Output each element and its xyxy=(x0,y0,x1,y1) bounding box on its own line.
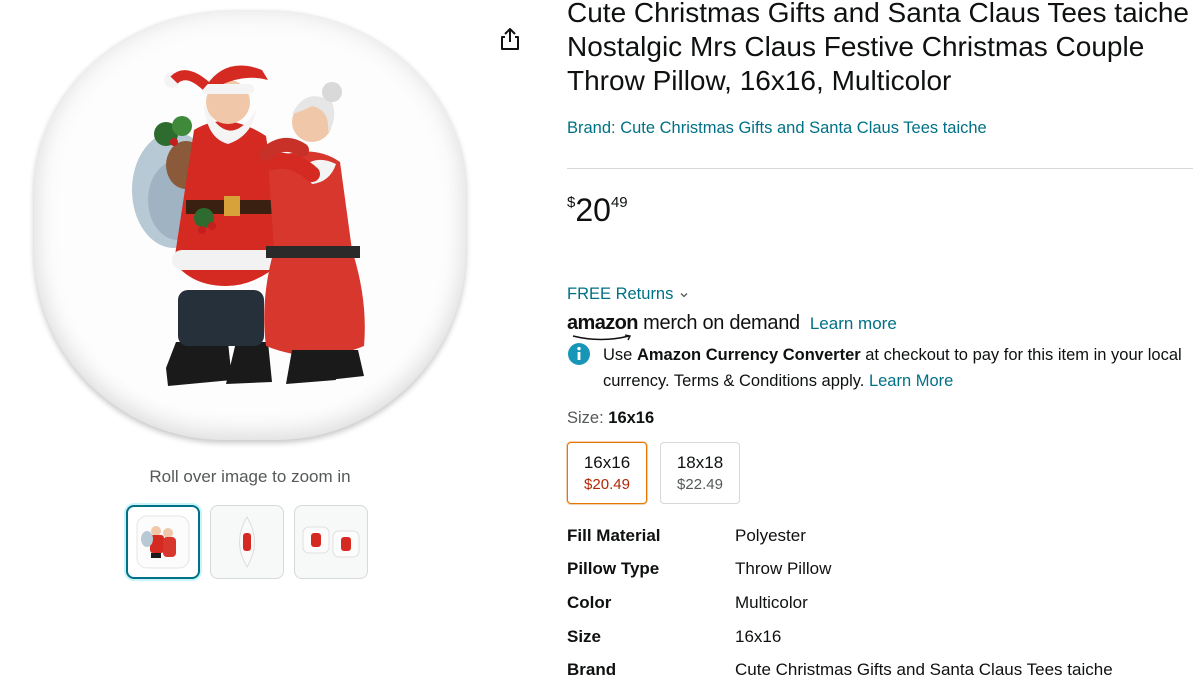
thumbnail-front-image xyxy=(136,515,190,569)
spec-row: Size 16x16 xyxy=(567,620,1193,654)
share-icon[interactable] xyxy=(497,26,523,52)
divider xyxy=(567,168,1193,169)
spec-value: Multicolor xyxy=(735,592,808,612)
spec-row: Fill Material Polyester xyxy=(567,519,1193,553)
spec-row: Pillow Type Throw Pillow xyxy=(567,553,1193,587)
spec-row: Color Multicolor xyxy=(567,586,1193,620)
brand-link[interactable]: Brand: Cute Christmas Gifts and Santa Cl… xyxy=(567,119,987,138)
thumbnail-side-image xyxy=(239,516,255,568)
price-currency-symbol: $ xyxy=(567,194,576,211)
spec-value: Cute Christmas Gifts and Santa Claus Tee… xyxy=(735,660,1113,680)
price: $2049 xyxy=(567,192,628,229)
thumbnail-side-view[interactable] xyxy=(210,505,284,579)
size-option-name: 16x16 xyxy=(583,453,631,472)
thumbnail-pair-view[interactable] xyxy=(294,505,368,579)
size-label: Size: 16x16 xyxy=(567,409,654,428)
zoom-hint: Roll over image to zoom in xyxy=(149,467,351,486)
size-option-18x18[interactable]: 18x18 $22.49 xyxy=(660,442,740,504)
thumbnail-front-view[interactable] xyxy=(126,505,200,579)
product-specs-table: Fill Material Polyester Pillow Type Thro… xyxy=(567,519,1193,687)
amazon-smile-icon xyxy=(572,334,632,341)
size-option-price: $20.49 xyxy=(584,476,630,493)
merch-on-demand-row: amazon merch on demand Learn more xyxy=(567,312,897,341)
spec-key: Brand xyxy=(567,660,617,680)
spec-key: Color xyxy=(567,592,612,612)
spec-key: Size xyxy=(567,626,602,646)
currency-notice-prefix: Use xyxy=(603,346,637,364)
free-returns-label: FREE Returns xyxy=(567,285,674,303)
spec-value: Polyester xyxy=(735,525,806,545)
spec-row: Brand Cute Christmas Gifts and Santa Cla… xyxy=(567,653,1193,687)
thumbnail-strip xyxy=(126,505,368,579)
size-option-16x16[interactable]: 16x16 $20.49 xyxy=(567,442,647,504)
currency-converter-name: Amazon Currency Converter xyxy=(636,346,861,364)
price-whole: 20 xyxy=(575,192,611,228)
size-label-prefix: Size: xyxy=(567,409,609,427)
chevron-down-icon xyxy=(680,292,688,297)
size-options: 16x16 $20.49 18x18 $22.49 xyxy=(567,442,740,504)
currency-learn-more-link[interactable]: Learn More xyxy=(869,372,953,390)
santa-couple-illustration xyxy=(132,65,365,386)
product-title: Cute Christmas Gifts and Santa Claus Tee… xyxy=(567,0,1190,96)
amazon-wordmark: amazon xyxy=(567,312,638,334)
currency-converter-notice: Use Amazon Currency Converter at checkou… xyxy=(567,342,1193,394)
spec-value: Throw Pillow xyxy=(735,559,832,579)
merch-learn-more-link[interactable]: Learn more xyxy=(810,314,897,334)
size-selected-value: 16x16 xyxy=(608,409,655,427)
merch-on-demand-logo: amazon merch on demand xyxy=(567,312,800,341)
price-fraction: 49 xyxy=(610,194,628,211)
info-icon xyxy=(568,343,590,365)
merch-wordmark: merch on demand xyxy=(643,312,800,334)
free-returns-link[interactable]: FREE Returns xyxy=(567,285,689,304)
spec-key: Fill Material xyxy=(567,525,661,545)
size-option-name: 18x18 xyxy=(676,453,724,472)
thumbnail-pair-image xyxy=(302,526,360,558)
spec-key: Pillow Type xyxy=(567,559,660,579)
currency-notice-text: Use Amazon Currency Converter at checkou… xyxy=(603,342,1193,394)
spec-value: 16x16 xyxy=(735,626,782,646)
main-product-image[interactable] xyxy=(26,4,476,454)
size-option-price: $22.49 xyxy=(677,476,723,493)
